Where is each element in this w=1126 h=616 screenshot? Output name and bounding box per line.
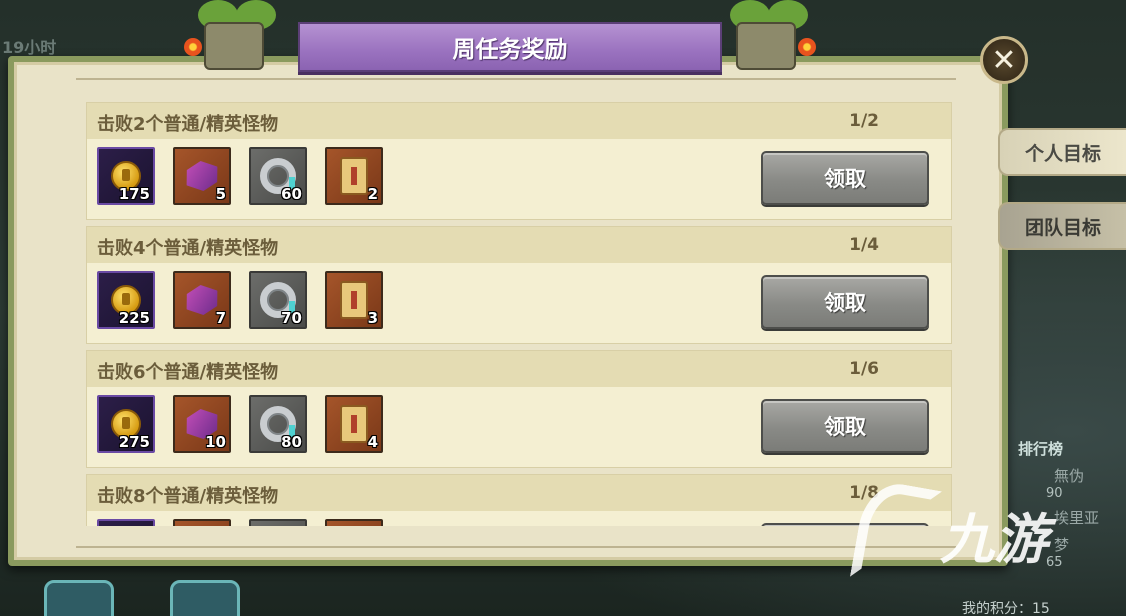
reward-quantity: 7 bbox=[215, 309, 226, 327]
leaderboard-entry-name: 埃里亚 bbox=[1054, 509, 1100, 527]
task-header: 击败8个普通/精英怪物 1/8 bbox=[87, 475, 951, 511]
reward-item[interactable]: 4 bbox=[325, 395, 383, 453]
task-progress: 1/2 bbox=[849, 111, 879, 131]
task-header: 击败4个普通/精英怪物 1/4 bbox=[87, 227, 951, 263]
task-row: 击败4个普通/精英怪物 1/4 225 7 70 3 领取 bbox=[86, 226, 952, 344]
task-title: 击败8个普通/精英怪物 bbox=[97, 486, 279, 507]
scroll-icon bbox=[340, 157, 368, 195]
reward-quantity: 2 bbox=[367, 185, 378, 203]
reward-list: 275 10 80 4 bbox=[97, 395, 383, 455]
totem-icon bbox=[204, 22, 264, 70]
flower-icon bbox=[184, 38, 202, 56]
watermark-text: 九游 bbox=[940, 507, 1048, 571]
task-title: 击败2个普通/精英怪物 bbox=[97, 114, 279, 135]
task-header: 击败6个普通/精英怪物 1/6 bbox=[87, 351, 951, 387]
watermark: 九游 bbox=[849, 478, 1048, 590]
totem-icon bbox=[736, 22, 796, 70]
right-totem-decoration bbox=[710, 0, 820, 78]
bottom-menu-icon[interactable] bbox=[170, 580, 240, 616]
reward-quantity: 70 bbox=[281, 309, 302, 327]
leaderboard-entry-score: 90 bbox=[1046, 486, 1063, 501]
reward-item[interactable]: 7 bbox=[173, 271, 231, 329]
reward-item[interactable] bbox=[325, 519, 383, 526]
task-row: 击败6个普通/精英怪物 1/6 275 10 80 4 领取 bbox=[86, 350, 952, 468]
left-totem-decoration bbox=[178, 0, 288, 78]
reward-item[interactable]: 60 bbox=[249, 147, 307, 205]
close-icon: ✕ bbox=[991, 42, 1017, 78]
reward-list: 225 7 70 3 bbox=[97, 271, 383, 331]
reward-list bbox=[97, 519, 383, 526]
claim-button[interactable]: 领取 bbox=[761, 151, 929, 205]
reward-item[interactable]: 175 bbox=[97, 147, 155, 205]
reward-quantity: 5 bbox=[215, 185, 226, 203]
leaderboard-entry-score: 65 bbox=[1046, 555, 1063, 570]
event-timer: 19小时 bbox=[2, 38, 57, 57]
task-progress: 1/6 bbox=[849, 359, 879, 379]
reward-item[interactable]: 3 bbox=[325, 271, 383, 329]
leaderboard-entry-name: 無伪 bbox=[1054, 467, 1085, 485]
my-score: 我的积分：15 bbox=[962, 601, 1050, 616]
reward-item[interactable]: 10 bbox=[173, 395, 231, 453]
reward-item[interactable]: 2 bbox=[325, 147, 383, 205]
reward-item[interactable] bbox=[97, 519, 155, 526]
claim-button[interactable]: 领取 bbox=[761, 275, 929, 329]
task-title: 击败4个普通/精英怪物 bbox=[97, 238, 279, 259]
reward-quantity: 175 bbox=[118, 185, 150, 203]
tab-team-goals[interactable]: 团队目标 bbox=[998, 202, 1126, 250]
reward-quantity: 225 bbox=[118, 309, 150, 327]
reward-item[interactable]: 5 bbox=[173, 147, 231, 205]
dialog-content-frame: 击败2个普通/精英怪物 1/2 175 5 60 2 领取 击败4个普通/精英怪… bbox=[76, 78, 956, 548]
reward-item[interactable] bbox=[249, 519, 307, 526]
flower-icon bbox=[798, 38, 816, 56]
dialog-title: 周任务奖励 bbox=[298, 22, 722, 72]
leaderboard-entry-name: 梦 bbox=[1054, 536, 1070, 554]
task-list[interactable]: 击败2个普通/精英怪物 1/2 175 5 60 2 领取 击败4个普通/精英怪… bbox=[86, 102, 952, 526]
scroll-icon bbox=[340, 281, 368, 319]
reward-quantity: 60 bbox=[281, 185, 302, 203]
task-title: 击败6个普通/精英怪物 bbox=[97, 362, 279, 383]
reward-quantity: 3 bbox=[367, 309, 378, 327]
task-row: 击败2个普通/精英怪物 1/2 175 5 60 2 领取 bbox=[86, 102, 952, 220]
reward-item[interactable] bbox=[173, 519, 231, 526]
task-header: 击败2个普通/精英怪物 1/2 bbox=[87, 103, 951, 139]
reward-quantity: 10 bbox=[205, 433, 226, 451]
bottom-menu-icon[interactable] bbox=[44, 580, 114, 616]
reward-quantity: 4 bbox=[367, 433, 378, 451]
claim-button[interactable]: 领取 bbox=[761, 399, 929, 453]
scroll-icon bbox=[340, 405, 368, 443]
reward-quantity: 275 bbox=[118, 433, 150, 451]
reward-item[interactable]: 70 bbox=[249, 271, 307, 329]
tab-personal-goals[interactable]: 个人目标 bbox=[998, 128, 1126, 176]
jiuyou-logo-icon bbox=[849, 478, 943, 590]
reward-item[interactable]: 225 bbox=[97, 271, 155, 329]
reward-list: 175 5 60 2 bbox=[97, 147, 383, 207]
reward-item[interactable]: 275 bbox=[97, 395, 155, 453]
reward-item[interactable]: 80 bbox=[249, 395, 307, 453]
task-row: 击败8个普通/精英怪物 1/8 bbox=[86, 474, 952, 526]
reward-quantity: 80 bbox=[281, 433, 302, 451]
leaderboard-title: 排行榜 bbox=[1018, 440, 1064, 458]
close-button[interactable]: ✕ bbox=[980, 36, 1028, 84]
task-progress: 1/4 bbox=[849, 235, 879, 255]
